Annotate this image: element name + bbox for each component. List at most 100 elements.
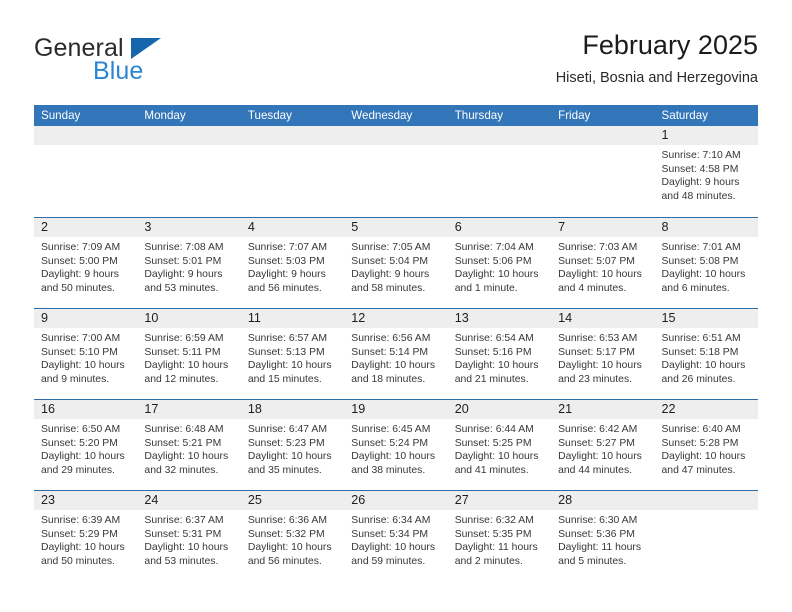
sun-info: Sunrise: 6:39 AM Sunset: 5:29 PM Daylight:… [34, 510, 137, 568]
daylight-text-line2: and 50 minutes. [41, 282, 115, 294]
sunrise-text: Sunrise: 7:05 AM [351, 242, 431, 253]
day-number-band: 13 [447, 309, 552, 328]
day-number-band: 26 [344, 491, 448, 510]
calendar-page: General Blue February 2025 Hiseti, Bosni… [0, 0, 792, 612]
daylight-text-line1: Daylight: 10 hours [351, 542, 436, 554]
day-number: 17 [144, 402, 159, 416]
daylight-text-line1: Daylight: 10 hours [558, 451, 642, 463]
weekday-header-monday: Monday [144, 109, 186, 122]
calendar-day-cell[interactable]: 21 Sunrise: 6:42 AM Sunset: 5:27 PM Dayligh… [551, 400, 655, 490]
daylight-text-line1: Daylight: 10 hours [351, 360, 436, 372]
day-number-band: 14 [551, 309, 655, 328]
calendar-day-cell[interactable]: 6 Sunrise: 7:04 AM Sunset: 5:06 PM Daylight… [447, 218, 552, 308]
sunrise-text: Sunrise: 7:00 AM [41, 333, 121, 344]
daylight-text-line2: and 9 minutes. [41, 373, 110, 385]
daylight-text-line2: and 23 minutes. [558, 373, 633, 385]
sun-info: Sunrise: 6:48 AM Sunset: 5:21 PM Daylight:… [137, 419, 240, 477]
day-number-band: 11 [240, 309, 345, 328]
location-subtitle: Hiseti, Bosnia and Herzegovina [555, 70, 758, 86]
calendar-cell-empty [137, 126, 241, 217]
weekday-header-wednesday: Wednesday [351, 109, 413, 122]
calendar-day-cell[interactable]: 12 Sunrise: 6:56 AM Sunset: 5:14 PM Dayligh… [344, 309, 448, 399]
logo-text-blue: Blue [93, 57, 144, 85]
day-number: 25 [247, 493, 262, 507]
day-number: 13 [454, 311, 469, 325]
day-number-band [240, 126, 345, 145]
calendar-day-cell[interactable]: 3 Sunrise: 7:08 AM Sunset: 5:01 PM Daylight… [137, 218, 241, 308]
sunset-text: Sunset: 5:35 PM [454, 528, 532, 540]
sunset-text: Sunset: 5:14 PM [351, 346, 429, 358]
sunrise-text: Sunrise: 6:50 AM [41, 424, 121, 435]
day-number: 28 [558, 493, 573, 507]
day-number-band: 12 [344, 309, 448, 328]
weekday-header-tuesday: Tuesday [247, 109, 292, 122]
calendar-day-cell[interactable]: 8 Sunrise: 7:01 AM Sunset: 5:08 PM Daylight… [654, 218, 758, 308]
sunrise-text: Sunrise: 7:04 AM [454, 242, 534, 253]
sunset-text: Sunset: 5:23 PM [247, 437, 325, 449]
day-number: 7 [558, 220, 566, 234]
sunrise-text: Sunrise: 6:48 AM [144, 424, 224, 435]
day-number: 22 [661, 402, 676, 416]
calendar-day-cell[interactable]: 5 Sunrise: 7:05 AM Sunset: 5:04 PM Daylight… [344, 218, 448, 308]
calendar-day-cell[interactable]: 1 Sunrise: 7:10 AM Sunset: 4:58 PM Daylight… [654, 126, 758, 217]
daylight-text-line1: Daylight: 10 hours [144, 360, 229, 372]
calendar-day-cell[interactable]: 16 Sunrise: 6:50 AM Sunset: 5:20 PM Dayligh… [34, 400, 138, 490]
calendar-day-cell[interactable]: 23 Sunrise: 6:39 AM Sunset: 5:29 PM Dayligh… [34, 491, 138, 581]
daylight-text-line1: Daylight: 10 hours [41, 542, 125, 554]
calendar-day-cell[interactable]: 24 Sunrise: 6:37 AM Sunset: 5:31 PM Dayligh… [137, 491, 241, 581]
day-number: 26 [351, 493, 366, 507]
calendar-day-cell[interactable]: 9 Sunrise: 7:00 AM Sunset: 5:10 PM Daylight… [34, 309, 138, 399]
daylight-text-line2: and 12 minutes. [144, 373, 219, 385]
calendar-day-cell[interactable]: 14 Sunrise: 6:53 AM Sunset: 5:17 PM Dayligh… [551, 309, 655, 399]
sun-info: Sunrise: 6:53 AM Sunset: 5:17 PM Daylight:… [551, 328, 654, 386]
calendar-cell-empty [551, 126, 655, 217]
calendar-day-cell[interactable]: 27 Sunrise: 6:32 AM Sunset: 5:35 PM Dayligh… [447, 491, 552, 581]
day-number: 27 [454, 493, 469, 507]
calendar-day-cell[interactable]: 4 Sunrise: 7:07 AM Sunset: 5:03 PM Daylight… [240, 218, 345, 308]
sun-info: Sunrise: 6:45 AM Sunset: 5:24 PM Daylight:… [344, 419, 447, 477]
day-number-band: 4 [240, 218, 345, 237]
calendar-day-cell[interactable]: 28 Sunrise: 6:30 AM Sunset: 5:36 PM Dayligh… [551, 491, 655, 581]
calendar-day-cell[interactable]: 19 Sunrise: 6:45 AM Sunset: 5:24 PM Dayligh… [344, 400, 448, 490]
daylight-text-line2: and 53 minutes. [144, 555, 219, 567]
calendar-day-cell[interactable]: 17 Sunrise: 6:48 AM Sunset: 5:21 PM Dayligh… [137, 400, 241, 490]
daylight-text-line2: and 56 minutes. [247, 282, 322, 294]
daylight-text-line1: Daylight: 9 hours [144, 269, 223, 281]
day-number-band: 24 [137, 491, 241, 510]
daylight-text-line2: and 50 minutes. [41, 555, 115, 567]
daylight-text-line2: and 1 minute. [454, 282, 518, 294]
weekday-header-row: Sunday Monday Tuesday Wednesday Thursday Frid… [34, 105, 758, 126]
daylight-text-line1: Daylight: 9 hours [351, 269, 430, 281]
sunrise-text: Sunrise: 6:56 AM [351, 333, 431, 344]
sunrise-text: Sunrise: 7:03 AM [558, 242, 638, 253]
sunset-text: Sunset: 5:21 PM [144, 437, 222, 449]
sunrise-text: Sunrise: 7:10 AM [661, 150, 741, 161]
sun-info: Sunrise: 6:30 AM Sunset: 5:36 PM Daylight:… [551, 510, 654, 568]
sunset-text: Sunset: 5:11 PM [144, 346, 221, 358]
sun-info: Sunrise: 7:07 AM Sunset: 5:03 PM Daylight:… [241, 237, 344, 295]
calendar-day-cell[interactable]: 2 Sunrise: 7:09 AM Sunset: 5:00 PM Daylight… [34, 218, 138, 308]
calendar-day-cell[interactable]: 26 Sunrise: 6:34 AM Sunset: 5:34 PM Dayligh… [344, 491, 448, 581]
day-number-band: 10 [137, 309, 241, 328]
calendar-day-cell[interactable]: 25 Sunrise: 6:36 AM Sunset: 5:32 PM Dayligh… [240, 491, 345, 581]
sunset-text: Sunset: 5:08 PM [661, 255, 739, 267]
calendar-day-cell[interactable]: 22 Sunrise: 6:40 AM Sunset: 5:28 PM Dayligh… [654, 400, 758, 490]
day-number: 6 [454, 220, 462, 234]
day-number: 23 [41, 493, 56, 507]
calendar-day-cell[interactable]: 20 Sunrise: 6:44 AM Sunset: 5:25 PM Dayligh… [447, 400, 552, 490]
sunset-text: Sunset: 5:29 PM [41, 528, 118, 540]
calendar-day-cell[interactable]: 13 Sunrise: 6:54 AM Sunset: 5:16 PM Dayligh… [447, 309, 552, 399]
calendar-day-cell[interactable]: 7 Sunrise: 7:03 AM Sunset: 5:07 PM Daylight… [551, 218, 655, 308]
daylight-text-line2: and 41 minutes. [454, 464, 529, 476]
calendar-day-cell[interactable]: 18 Sunrise: 6:47 AM Sunset: 5:23 PM Dayligh… [240, 400, 345, 490]
daylight-text-line2: and 58 minutes. [351, 282, 426, 294]
weekday-header-saturday: Saturday [661, 109, 708, 122]
sun-info: Sunrise: 6:50 AM Sunset: 5:20 PM Daylight:… [34, 419, 137, 477]
sunrise-text: Sunrise: 6:40 AM [661, 424, 741, 435]
calendar-day-cell[interactable]: 11 Sunrise: 6:57 AM Sunset: 5:13 PM Dayligh… [240, 309, 345, 399]
calendar-day-cell[interactable]: 15 Sunrise: 6:51 AM Sunset: 5:18 PM Dayligh… [654, 309, 758, 399]
sunset-text: Sunset: 5:16 PM [454, 346, 532, 358]
calendar-day-cell[interactable]: 10 Sunrise: 6:59 AM Sunset: 5:11 PM Dayligh… [137, 309, 241, 399]
daylight-text-line1: Daylight: 10 hours [558, 269, 642, 281]
day-number-band [344, 126, 448, 145]
